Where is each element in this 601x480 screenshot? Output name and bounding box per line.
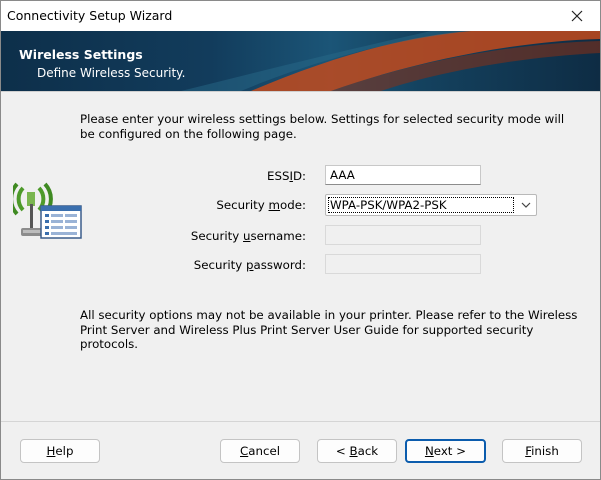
security-note: All security options may not be availabl… <box>80 308 578 351</box>
security-mode-value: WPA-PSK/WPA2-PSK <box>328 197 514 213</box>
close-icon <box>571 10 583 22</box>
window-title: Connectivity Setup Wizard <box>7 8 173 23</box>
security-mode-label: Security mode: <box>216 198 306 212</box>
button-bar: Help Cancel < Back Next > Finish <box>1 421 600 479</box>
essid-field[interactable]: AAA <box>325 165 481 185</box>
security-password-field[interactable] <box>325 254 481 274</box>
essid-label: ESSID: <box>267 169 306 183</box>
finish-button[interactable]: Finish <box>502 439 582 463</box>
wireless-printer-icon <box>13 182 82 239</box>
banner-subtitle: Define Wireless Security. <box>37 66 186 80</box>
chevron-down-icon <box>519 199 533 211</box>
content-area: Please enter your wireless settings belo… <box>1 91 600 422</box>
security-username-field[interactable] <box>325 225 481 245</box>
banner-title: Wireless Settings <box>19 47 143 62</box>
wizard-window: Connectivity Setup Wizard Wireless Setti… <box>0 0 601 480</box>
intro-text: Please enter your wireless settings belo… <box>80 112 565 141</box>
back-button[interactable]: < Back <box>317 439 397 463</box>
cancel-button[interactable]: Cancel <box>220 439 300 463</box>
title-bar: Connectivity Setup Wizard <box>1 1 600 31</box>
close-button[interactable] <box>554 1 600 31</box>
security-mode-select[interactable]: WPA-PSK/WPA2-PSK <box>325 194 537 216</box>
next-button[interactable]: Next > <box>405 439 486 463</box>
header-banner: Wireless Settings Define Wireless Securi… <box>1 31 600 91</box>
security-password-label: Security password: <box>193 258 306 272</box>
help-button[interactable]: Help <box>20 439 100 463</box>
security-username-label: Security username: <box>190 229 306 243</box>
